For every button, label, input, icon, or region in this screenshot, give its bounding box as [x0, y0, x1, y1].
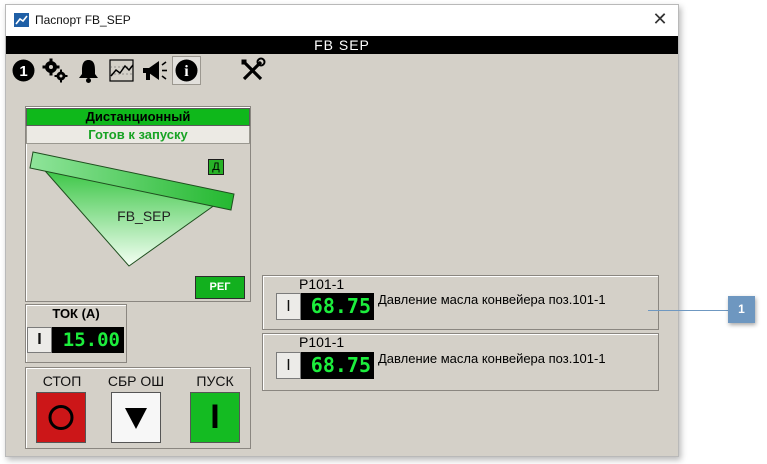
tab-settings[interactable]: [41, 56, 70, 85]
tools-icon: [241, 57, 266, 81]
stop-label: СТОП: [42, 373, 82, 389]
tab-service[interactable]: [238, 56, 267, 85]
device-name: FB_SEP: [117, 208, 171, 224]
sensor-indicator-button[interactable]: I: [276, 293, 301, 320]
sensor-value: 68.75: [301, 352, 374, 379]
sensor-description: Давление масла конвейера поз.101-1: [378, 351, 606, 366]
tab-messages[interactable]: [140, 56, 169, 85]
passport-window: Паспорт FB_SEP ✕ FB SEP 1 i Дистанционны…: [5, 4, 679, 457]
device-header: FB SEP: [6, 36, 678, 54]
reg-button[interactable]: РЕГ: [195, 276, 245, 299]
info-icon: i: [175, 59, 198, 82]
current-value: 15.00: [52, 327, 124, 353]
remote-badge: Д: [208, 159, 224, 175]
state-indicator: Готов к запуску: [26, 126, 250, 144]
trend-chart-icon: [109, 59, 134, 82]
megaphone-icon: [143, 61, 167, 80]
sensor-tag: P101-1: [299, 334, 345, 350]
current-title: ТОК (А): [52, 306, 100, 321]
sensor-value: 68.75: [301, 293, 374, 320]
tab-info[interactable]: i: [172, 56, 201, 85]
app-icon: [14, 13, 29, 27]
title-bar: Паспорт FB_SEP ✕: [6, 5, 678, 36]
close-button[interactable]: ✕: [650, 8, 670, 30]
triangle-down-icon: [125, 408, 147, 429]
sensor-tag: P101-1: [299, 276, 345, 292]
window-title: Паспорт FB_SEP: [35, 13, 131, 27]
stop-circle-icon: [48, 405, 74, 430]
number-one-glyph: 1: [19, 63, 27, 80]
reset-error-button[interactable]: [111, 392, 161, 443]
callout-badge: 1: [728, 296, 755, 323]
start-button[interactable]: I: [190, 392, 240, 443]
bell-icon: [79, 60, 98, 83]
gears-icon: [42, 58, 68, 83]
sensor-description: Давление масла конвейера поз.101-1: [378, 292, 606, 307]
start-label: ПУСК: [196, 373, 234, 389]
passport-content: FB SEP 1 i Дистанционный Готов к запуску…: [6, 36, 678, 456]
current-indicator-button[interactable]: I: [27, 327, 52, 353]
tab-number-one[interactable]: 1: [9, 56, 38, 85]
stop-button[interactable]: [36, 392, 86, 443]
info-glyph: i: [184, 63, 189, 80]
tab-alarms[interactable]: [74, 56, 103, 85]
tab-trends[interactable]: [107, 56, 136, 85]
callout-leader-line: [648, 310, 728, 311]
sensor-indicator-button[interactable]: I: [276, 352, 301, 379]
number-one-icon: 1: [12, 59, 35, 82]
reset-label: СБР ОШ: [107, 373, 165, 389]
mode-indicator: Дистанционный: [26, 108, 250, 126]
